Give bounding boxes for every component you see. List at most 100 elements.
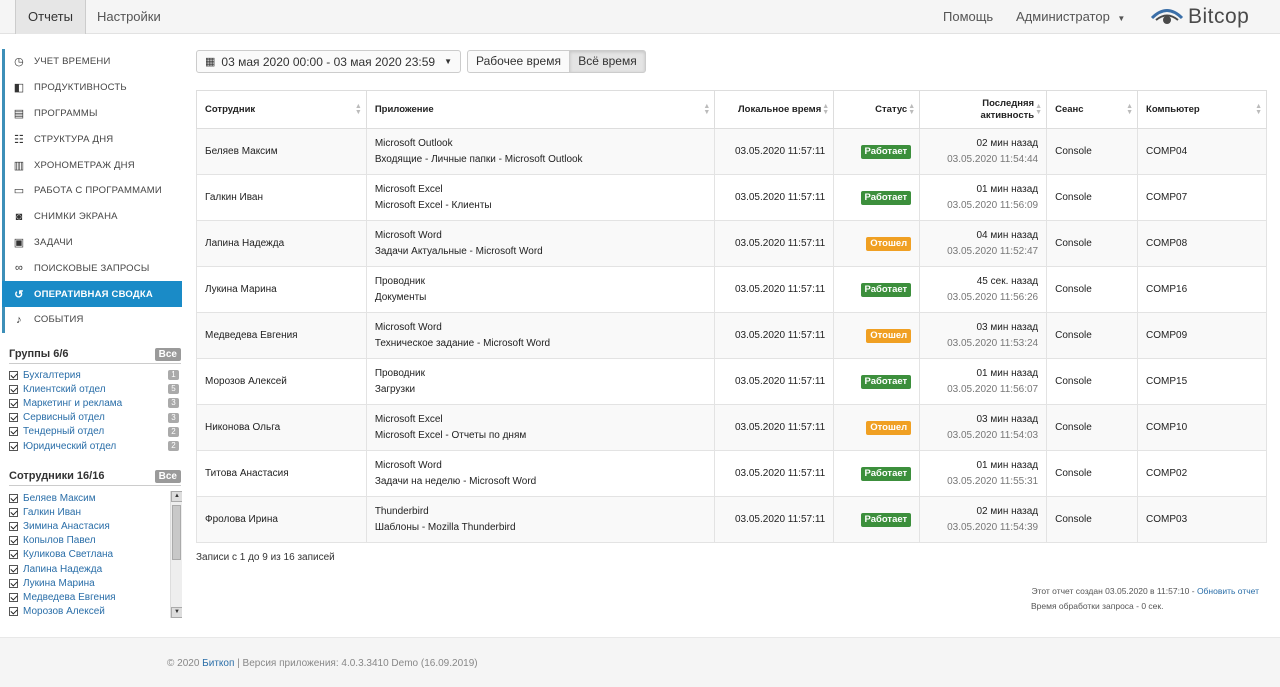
sidebar-item[interactable]: ∞ Поисковые запросы bbox=[2, 255, 182, 282]
brand-link[interactable]: Биткоп bbox=[202, 658, 234, 669]
cell-session: Console bbox=[1046, 174, 1139, 221]
employees-all-button[interactable]: Все bbox=[154, 469, 181, 483]
sidebar-item[interactable]: ◧ Продуктивность bbox=[2, 74, 182, 101]
checkbox[interactable] bbox=[9, 564, 18, 574]
cell-computer: COMP07 bbox=[1137, 174, 1267, 221]
activity-timestamp: 03.05.2020 11:52:47 bbox=[947, 245, 1039, 257]
sidebar-item[interactable]: ◙ Снимки экрана bbox=[2, 203, 182, 230]
col-application[interactable]: Приложение ▲ ▼ bbox=[365, 90, 716, 129]
table-row[interactable]: Морозов Алексей Проводник Загрузки 03.05.20… bbox=[196, 358, 1267, 405]
table-row[interactable]: Никонова Ольга Microsoft Excel Microsoft E… bbox=[196, 404, 1267, 451]
window-title: Задачи Актуальные - Microsoft Word bbox=[374, 245, 543, 257]
cell-application: Проводник Документы bbox=[365, 266, 716, 313]
records-info: Записи с 1 до 9 из 16 записей bbox=[196, 552, 335, 563]
checkbox[interactable] bbox=[9, 384, 18, 394]
tab-reports[interactable]: Отчеты bbox=[15, 0, 86, 34]
sidebar-item-label: Снимки экрана bbox=[34, 211, 118, 223]
checkbox[interactable] bbox=[9, 592, 18, 602]
checkbox[interactable] bbox=[9, 493, 18, 503]
table-row[interactable]: Лапина Надежда Microsoft Word Задачи Актуа… bbox=[196, 220, 1267, 267]
employee-item[interactable]: Медведева Евгения bbox=[9, 590, 169, 604]
cell-computer: COMP02 bbox=[1137, 450, 1267, 497]
checkbox[interactable] bbox=[9, 427, 18, 437]
employees-scrollbar[interactable]: ▲ ▼ bbox=[170, 491, 182, 618]
cell-computer: COMP04 bbox=[1137, 128, 1267, 175]
date-range-picker[interactable]: ▦ 03 мая 2020 00:00 - 03 мая 2020 23:59 … bbox=[196, 50, 461, 73]
checkbox[interactable] bbox=[9, 507, 18, 517]
col-local-time[interactable]: Локальное время ▲ ▼ bbox=[714, 90, 835, 129]
col-last-activity[interactable]: Последняя активность ▲ ▼ bbox=[919, 90, 1048, 129]
employee-item[interactable]: Галкин Иван bbox=[9, 505, 169, 519]
cell-local-time: 03.05.2020 11:57:11 bbox=[714, 128, 835, 175]
status-badge: Работает bbox=[860, 374, 912, 389]
checkbox[interactable] bbox=[9, 550, 18, 560]
employee-item[interactable]: Беляев Максим bbox=[9, 491, 169, 505]
user-menu[interactable]: Администратор ▼ bbox=[1016, 0, 1125, 34]
clipboard-icon: ▣ bbox=[13, 236, 25, 249]
window-title: Microsoft Excel - Отчеты по дням bbox=[374, 429, 527, 441]
checkbox[interactable] bbox=[9, 413, 18, 423]
app-name: Microsoft Word bbox=[374, 321, 442, 333]
col-employee[interactable]: Сотрудник ▲ ▼ bbox=[196, 90, 367, 129]
table-row[interactable]: Беляев Максим Microsoft Outlook Входящие -… bbox=[196, 128, 1267, 175]
work-time-button[interactable]: Рабочее время bbox=[467, 50, 570, 73]
employee-item[interactable]: Лапина Надежда bbox=[9, 562, 169, 576]
help-link[interactable]: Помощь bbox=[943, 0, 993, 34]
cell-employee: Фролова Ирина bbox=[196, 496, 367, 543]
col-status[interactable]: Статус ▲ ▼ bbox=[833, 90, 921, 129]
scroll-down-icon[interactable]: ▼ bbox=[171, 607, 182, 618]
scroll-up-icon[interactable]: ▲ bbox=[171, 491, 182, 502]
employee-item[interactable]: Лукина Марина bbox=[9, 576, 169, 590]
sidebar-item-label: Поисковые запросы bbox=[34, 262, 150, 274]
checkbox[interactable] bbox=[9, 607, 18, 617]
employee-item[interactable]: Морозов Алексей bbox=[9, 605, 169, 619]
employee-item[interactable]: Зимина Анастасия bbox=[9, 519, 169, 533]
checkbox[interactable] bbox=[9, 521, 18, 531]
group-item[interactable]: Тендерный отдел 2 bbox=[9, 425, 179, 439]
sidebar-item[interactable]: ▭ Работа с программами bbox=[2, 177, 182, 204]
table-row[interactable]: Лукина Марина Проводник Документы 03.05.202… bbox=[196, 266, 1267, 313]
sidebar-item[interactable]: ↺ Оперативная сводка bbox=[2, 281, 182, 307]
groups-all-button[interactable]: Все bbox=[154, 347, 181, 361]
table-row[interactable]: Медведева Евгения Microsoft Word Техническ… bbox=[196, 312, 1267, 359]
stack-icon: ◧ bbox=[13, 82, 25, 95]
group-item[interactable]: Бухгалтерия 1 bbox=[9, 368, 179, 382]
sidebar-nav: ◷ Учет времени ◧ Продуктивность ▤ Программы ☷ С… bbox=[2, 49, 182, 333]
table-row[interactable]: Титова Анастасия Microsoft Word Задачи на … bbox=[196, 450, 1267, 497]
tab-settings[interactable]: Настройки bbox=[85, 0, 173, 34]
table-row[interactable]: Фролова Ирина Thunderbird Шаблоны - Mozill… bbox=[196, 496, 1267, 543]
sidebar-item[interactable]: ▥ Хронометраж дня bbox=[2, 152, 182, 178]
checkbox[interactable] bbox=[9, 578, 18, 588]
app-name: Проводник bbox=[374, 275, 425, 287]
window-title: Загрузки bbox=[374, 383, 416, 395]
sidebar-item[interactable]: ▤ Программы bbox=[2, 100, 182, 127]
table-row[interactable]: Галкин Иван Microsoft Excel Microsoft Exce… bbox=[196, 174, 1267, 221]
group-item[interactable]: Сервисный отдел 3 bbox=[9, 411, 179, 425]
group-item[interactable]: Маркетинг и реклама 3 bbox=[9, 396, 179, 410]
group-item[interactable]: Юридический отдел 2 bbox=[9, 439, 179, 453]
activity-timestamp: 03.05.2020 11:54:03 bbox=[947, 429, 1039, 441]
refresh-report-link[interactable]: Обновить отчет bbox=[1197, 586, 1259, 596]
groups-header: Группы 6/6 Все bbox=[9, 347, 181, 361]
sidebar-item[interactable]: ♪ События bbox=[2, 306, 182, 333]
sort-icon: ▲ ▼ bbox=[1126, 102, 1134, 116]
checkbox[interactable] bbox=[9, 398, 18, 408]
window-title: Входящие - Личные папки - Microsoft Outl… bbox=[374, 153, 583, 165]
checkbox[interactable] bbox=[9, 370, 18, 380]
all-time-button[interactable]: Всё время bbox=[569, 50, 646, 73]
cell-session: Console bbox=[1046, 266, 1139, 313]
employee-item[interactable]: Копылов Павел bbox=[9, 534, 169, 548]
scroll-thumb[interactable] bbox=[172, 505, 181, 560]
activity-ago: 01 мин назад bbox=[976, 459, 1039, 471]
col-computer[interactable]: Компьютер ▲ ▼ bbox=[1137, 90, 1267, 129]
group-item[interactable]: Клиентский отдел 5 bbox=[9, 382, 179, 396]
checkbox[interactable] bbox=[9, 536, 18, 546]
checkbox[interactable] bbox=[9, 441, 18, 451]
cell-computer: COMP15 bbox=[1137, 358, 1267, 405]
sidebar-item[interactable]: ☷ Структура дня bbox=[2, 126, 182, 153]
sidebar-item[interactable]: ◷ Учет времени bbox=[2, 49, 182, 75]
col-session[interactable]: Сеанс ▲ ▼ bbox=[1046, 90, 1139, 129]
employee-item[interactable]: Куликова Светлана bbox=[9, 548, 169, 562]
sidebar-item[interactable]: ▣ Задачи bbox=[2, 229, 182, 256]
sort-icon: ▲ ▼ bbox=[1035, 102, 1043, 116]
